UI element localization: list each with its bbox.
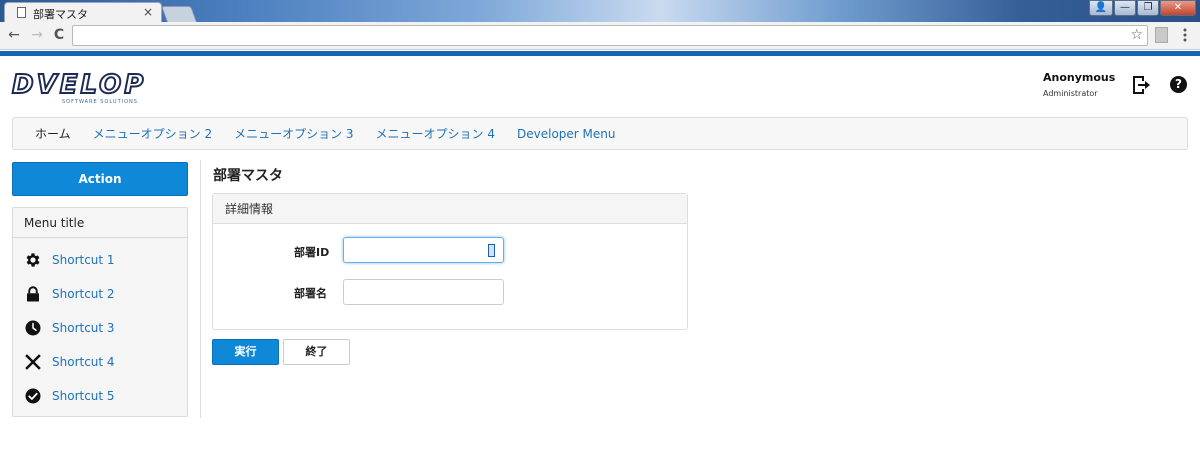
execute-button[interactable]: 実行 [212,339,279,365]
content-divider [200,160,201,418]
shortcut-label: Shortcut 4 [52,355,115,369]
nav-item-home[interactable]: ホーム [35,125,71,142]
browser-toolbar: ← → C ☆ [0,22,1200,50]
close-icon [25,354,41,370]
bookmark-star-icon[interactable]: ☆ [1130,26,1143,45]
extension-icon[interactable] [1155,27,1168,43]
user-role: Administrator [1043,89,1098,98]
address-bar[interactable]: ☆ [72,25,1148,46]
dept-id-input[interactable] [343,237,504,263]
logo-tagline: SOFTWARE SOLUTIONS [62,99,138,105]
shortcut-label: Shortcut 1 [52,253,115,267]
shortcut-label: Shortcut 5 [52,389,115,403]
dept-id-label: 部署ID [294,246,330,259]
help-icon[interactable]: ? [1170,76,1187,93]
window-titlebar: 部署マスタ × 👤 — ❐ ✕ [0,0,1200,22]
brand-bar [0,51,1200,56]
back-icon[interactable]: ← [6,27,22,43]
company-logo[interactable]: DVELOP SOFTWARE SOLUTIONS [11,70,152,111]
check-circle-icon [25,388,41,404]
nav-item-menu-option-2[interactable]: メニューオプション 2 [93,125,212,142]
tab-title: 部署マスタ [33,8,88,21]
panel-title: 詳細情報 [213,194,687,224]
reload-icon[interactable]: C [51,27,67,43]
shortcut-label: Shortcut 2 [52,287,115,301]
maximize-button[interactable]: ❐ [1137,0,1159,16]
user-profile-icon[interactable]: 👤 [1089,0,1113,16]
lock-icon [27,286,39,302]
action-button[interactable]: Action [12,162,188,196]
close-button[interactable]: 終了 [283,339,350,365]
shortcut-item-5[interactable]: Shortcut 5 [13,384,187,408]
ime-cursor-icon [488,244,495,257]
shortcut-item-3[interactable]: Shortcut 3 [13,316,187,340]
gear-icon [26,253,40,267]
shortcut-item-2[interactable]: Shortcut 2 [13,282,187,306]
window-controls: 👤 — ❐ ✕ [1089,0,1196,16]
page-title: 部署マスタ [213,168,283,184]
dept-name-input[interactable] [343,279,504,305]
new-tab-button[interactable] [161,6,197,22]
window-close-button[interactable]: ✕ [1160,0,1196,16]
browser-tab[interactable]: 部署マスタ × [4,2,162,22]
user-name: Anonymous [1043,71,1116,84]
nav-item-menu-option-4[interactable]: メニューオプション 4 [376,125,495,142]
minimize-button[interactable]: — [1114,0,1136,16]
tab-close-icon[interactable]: × [143,5,153,19]
menu-title: Menu title [13,208,187,238]
dept-name-label: 部署名 [294,287,327,300]
forward-icon[interactable]: → [29,27,45,43]
nav-item-developer-menu[interactable]: Developer Menu [517,127,615,141]
main-nav: ホーム メニューオプション 2 メニューオプション 3 メニューオプション 4 … [12,117,1188,150]
shortcut-item-1[interactable]: Shortcut 1 [13,248,187,272]
shortcut-item-4[interactable]: Shortcut 4 [13,350,187,374]
nav-item-menu-option-3[interactable]: メニューオプション 3 [234,125,353,142]
logo-wordmark: DVELOP [11,70,147,100]
shortcut-panel: Menu title Shortcut 1 Shortcut 2 Shortcu… [12,207,188,417]
page-icon [17,7,26,18]
logout-icon[interactable] [1130,74,1152,96]
clock-icon [25,320,41,336]
shortcut-label: Shortcut 3 [52,321,115,335]
browser-menu-icon[interactable] [1182,27,1188,43]
